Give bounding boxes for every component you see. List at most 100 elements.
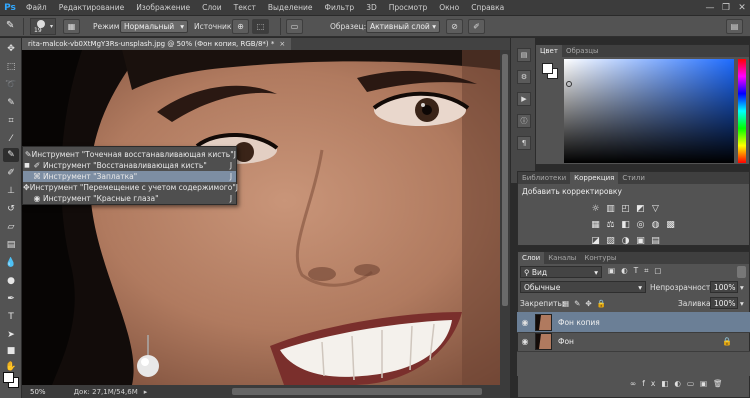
layer-name[interactable]: Фон [558, 337, 574, 346]
black-white-icon[interactable]: ◧ [620, 219, 631, 230]
vertical-scrollbar-thumb[interactable] [502, 54, 508, 306]
menu-file[interactable]: Файл [20, 0, 53, 16]
tab-styles[interactable]: Стили [618, 172, 649, 184]
menu-filter[interactable]: Фильтр [319, 0, 361, 16]
lasso-tool-icon[interactable]: ➰ [3, 78, 19, 92]
posterize-icon[interactable]: ▨ [605, 235, 616, 246]
flyout-item-red-eye[interactable]: ◉ Инструмент "Красные глаза" J [23, 193, 236, 204]
opacity-field[interactable]: 100% [710, 281, 738, 293]
chevron-down-icon[interactable]: ▾ [740, 283, 744, 292]
vertical-scrollbar[interactable] [500, 50, 510, 385]
foreground-color-swatch[interactable] [3, 372, 14, 383]
threshold-icon[interactable]: ◑ [620, 235, 631, 246]
tab-paths[interactable]: Контуры [580, 252, 620, 264]
eye-icon[interactable]: ◉ [517, 318, 533, 327]
layers-footer-buttons[interactable]: ∞fx◧◐▭▣🗑 [630, 379, 729, 388]
invert-icon[interactable]: ◪ [590, 235, 601, 246]
hue-saturation-icon[interactable]: ▦ [590, 219, 601, 230]
menu-layers[interactable]: Слои [196, 0, 228, 16]
quick-selection-tool-icon[interactable]: ✎ [3, 96, 19, 110]
dodge-tool-icon[interactable]: ● [3, 274, 19, 288]
mode-select[interactable]: Нормальный ▾ [120, 20, 188, 33]
source-pattern-button[interactable]: ⬚ [252, 19, 269, 34]
info-panel-icon[interactable]: ⓘ [517, 114, 531, 128]
menu-3d[interactable]: 3D [360, 0, 383, 16]
color-balance-icon[interactable]: ⚖ [605, 219, 616, 230]
properties-panel-icon[interactable]: ⚙ [517, 70, 531, 84]
tab-color[interactable]: Цвет [536, 45, 562, 57]
pen-tool-icon[interactable]: ✒ [3, 292, 19, 306]
zoom-level[interactable]: 50% [30, 388, 46, 396]
selective-color-icon[interactable]: ▣ [635, 235, 646, 246]
restore-button[interactable]: ❐ [718, 0, 734, 16]
layer-name[interactable]: Фон копия [558, 318, 600, 327]
status-menu-arrow-icon[interactable]: ▸ [144, 388, 148, 396]
menu-view[interactable]: Просмотр [383, 0, 434, 16]
document-info[interactable]: Док: 27,1M/54,6M [74, 388, 138, 396]
menu-select[interactable]: Выделение [262, 0, 319, 16]
levels-icon[interactable]: ▥ [605, 203, 616, 214]
gradient-map-icon[interactable]: ▤ [650, 235, 661, 246]
brush-tool-icon[interactable]: ✐ [3, 166, 19, 180]
layer-filter-select[interactable]: ⚲ Вид ▾ [520, 266, 602, 278]
document-canvas[interactable] [22, 50, 500, 385]
clone-stamp-tool-icon[interactable]: ⊥ [3, 184, 19, 198]
menu-help[interactable]: Справка [465, 0, 510, 16]
hue-slider[interactable] [738, 59, 746, 163]
chevron-down-icon[interactable]: ▾ [740, 299, 744, 308]
marquee-tool-icon[interactable]: ⬚ [3, 60, 19, 74]
healing-brush-tool-icon[interactable]: ✎ [6, 20, 20, 33]
menu-image[interactable]: Изображение [130, 0, 196, 16]
workspace-button[interactable]: ▤ [726, 19, 743, 34]
tab-channels[interactable]: Каналы [544, 252, 580, 264]
menu-window[interactable]: Окно [433, 0, 465, 16]
move-tool-icon[interactable]: ✥ [3, 42, 19, 56]
layer-filter-icons[interactable]: ▣◐T⌗▢ [608, 266, 668, 276]
blend-mode-select[interactable]: Обычные ▾ [520, 281, 646, 293]
source-sampled-button[interactable]: ⊕ [232, 19, 249, 34]
menu-edit[interactable]: Редактирование [53, 0, 130, 16]
color-picker-cursor[interactable] [566, 81, 572, 87]
ignore-adjustment-layers-button[interactable]: ⊘ [446, 19, 463, 34]
fill-field[interactable]: 100% [710, 297, 738, 309]
color-lookup-icon[interactable]: ▩ [665, 219, 676, 230]
gradient-tool-icon[interactable]: ▤ [3, 238, 19, 252]
actions-panel-icon[interactable]: ▶ [517, 92, 531, 106]
brush-settings-button[interactable]: ▦ [63, 19, 80, 34]
healing-brush-tool-icon[interactable]: ✎ [3, 148, 19, 162]
tab-swatches[interactable]: Образцы [562, 45, 603, 57]
exposure-icon[interactable]: ◩ [635, 203, 646, 214]
history-brush-tool-icon[interactable]: ↺ [3, 202, 19, 216]
eyedropper-tool-icon[interactable]: ⁄ [3, 132, 19, 146]
document-tab[interactable]: rita-malcok-vb0XtMgY3Rs-unsplash.jpg @ 5… [22, 38, 292, 50]
crop-tool-icon[interactable]: ⌗ [3, 114, 19, 128]
lock-options[interactable]: ▦✎✥🔒 [562, 299, 611, 308]
paragraph-panel-icon[interactable]: ¶ [517, 136, 531, 150]
blur-tool-icon[interactable]: 💧 [3, 256, 19, 270]
menu-type[interactable]: Текст [228, 0, 262, 16]
flyout-item-patch[interactable]: ⌘ Инструмент "Заплатка" J [23, 171, 236, 182]
eraser-tool-icon[interactable]: ▱ [3, 220, 19, 234]
rectangle-tool-icon[interactable]: ■ [3, 344, 19, 358]
tab-layers[interactable]: Слои [518, 252, 545, 264]
flyout-item-spot-healing[interactable]: ✎ Инструмент "Точечная восстанавливающая… [23, 149, 236, 160]
close-window-button[interactable]: ✕ [734, 0, 750, 16]
filter-toggle[interactable] [737, 266, 746, 278]
pressure-size-button[interactable]: ✐ [468, 19, 485, 34]
layer-row[interactable]: ◉ Фон копия [517, 312, 750, 333]
type-tool-icon[interactable]: T [3, 310, 19, 324]
vibrance-icon[interactable]: ▽ [650, 203, 661, 214]
history-panel-icon[interactable]: ▤ [517, 48, 531, 62]
tab-adjustments[interactable]: Коррекция [570, 172, 619, 184]
minimize-button[interactable]: — [702, 0, 718, 16]
curves-icon[interactable]: ◰ [620, 203, 631, 214]
path-selection-tool-icon[interactable]: ➤ [3, 328, 19, 342]
brightness-icon[interactable]: ☼ [590, 203, 601, 214]
close-icon[interactable]: × [279, 40, 285, 48]
sample-select[interactable]: Активный слой ▾ [366, 20, 440, 33]
horizontal-scrollbar-thumb[interactable] [232, 388, 482, 395]
layer-row[interactable]: ◉ Фон 🔒 [517, 331, 750, 352]
photo-filter-icon[interactable]: ◎ [635, 219, 646, 230]
flyout-item-healing-brush[interactable]: ■ ✐ Инструмент "Восстанавливающая кисть"… [23, 160, 236, 171]
brush-picker[interactable]: 19 ▾ [30, 18, 56, 35]
